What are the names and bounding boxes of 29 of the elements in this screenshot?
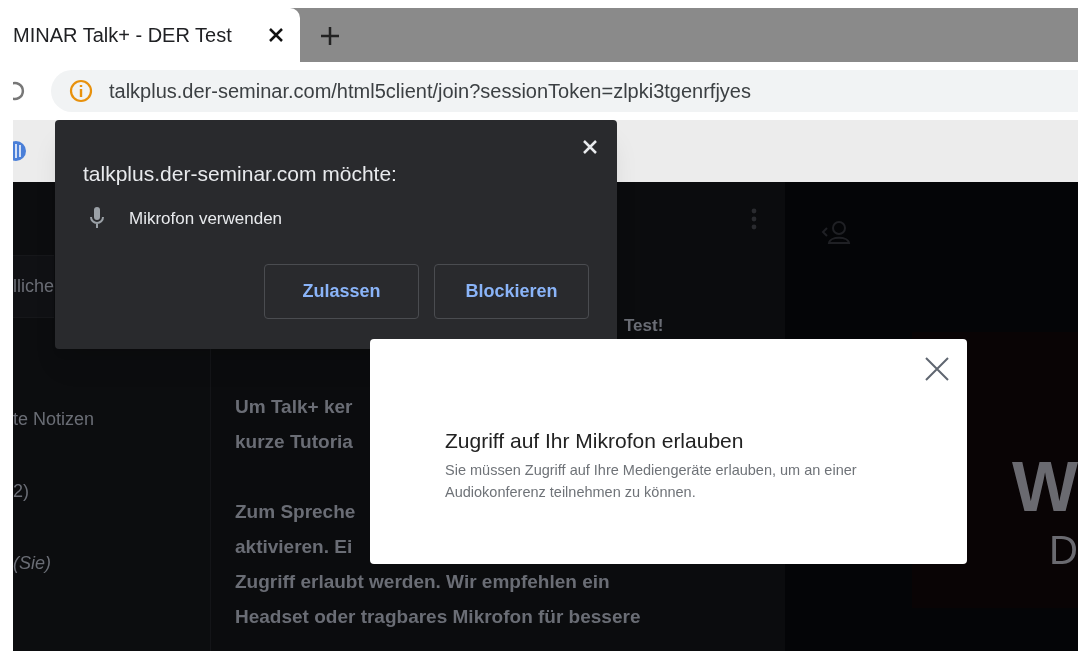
sidebar-item[interactable]: 2) xyxy=(13,478,29,504)
paragraph-text: Zugriff erlaubt werden. Wir empfehlen ein xyxy=(235,570,610,594)
address-bar[interactable]: talkplus.der-seminar.com/html5client/join?sessionToken=zlpki3tgenrfjyes xyxy=(51,70,1078,112)
close-icon[interactable] xyxy=(268,27,284,43)
paragraph-text: Zum Spreche xyxy=(235,500,356,524)
popup-button[interactable]: Blockieren xyxy=(434,264,589,319)
permission-text: Mikrofon verwenden xyxy=(129,207,283,230)
paragraph-text: Headset oder tragbares Mikrofon für bessere xyxy=(235,605,641,629)
paragraph-text: Um Talk+ ker xyxy=(235,395,353,419)
paragraph-text: kurze Tutoria xyxy=(235,430,353,454)
browser-tab[interactable]: MINAR Talk+ - DER Test xyxy=(13,8,300,62)
info-icon xyxy=(69,79,93,103)
slide-text: D xyxy=(1049,530,1078,570)
heading-text: Test! xyxy=(624,317,664,335)
tab-title: MINAR Talk+ - DER Test xyxy=(13,23,232,48)
popup-button[interactable]: Zulassen xyxy=(264,264,419,319)
paragraph-text: aktivieren. Ei xyxy=(235,535,353,559)
sidebar-item[interactable]: lliche xyxy=(13,255,55,318)
microphone-icon xyxy=(90,207,104,230)
modal-title: Zugriff auf Ihr Mikrofon erlauben xyxy=(445,428,745,454)
url-text: talkplus.der-seminar.com/html5client/join?sessionToken=zlpki3tgenrfjyes xyxy=(109,79,751,104)
sidebar-item[interactable]: te Notizen xyxy=(13,406,95,432)
new-tab-icon[interactable] xyxy=(320,26,340,46)
reload-icon[interactable] xyxy=(13,79,25,103)
slide-text: W xyxy=(1011,452,1078,522)
sidebar-item[interactable]: (Sie) xyxy=(13,550,51,576)
modal-message: Sie müssen Zugriff auf Ihre Mediengeräte erlauben, um an einer Audiokonferenz teilnehmen zu können. xyxy=(445,460,858,502)
popup-title: talkplus.der-seminar.com möchte: xyxy=(83,161,398,187)
bookmark-icon[interactable] xyxy=(13,140,27,162)
